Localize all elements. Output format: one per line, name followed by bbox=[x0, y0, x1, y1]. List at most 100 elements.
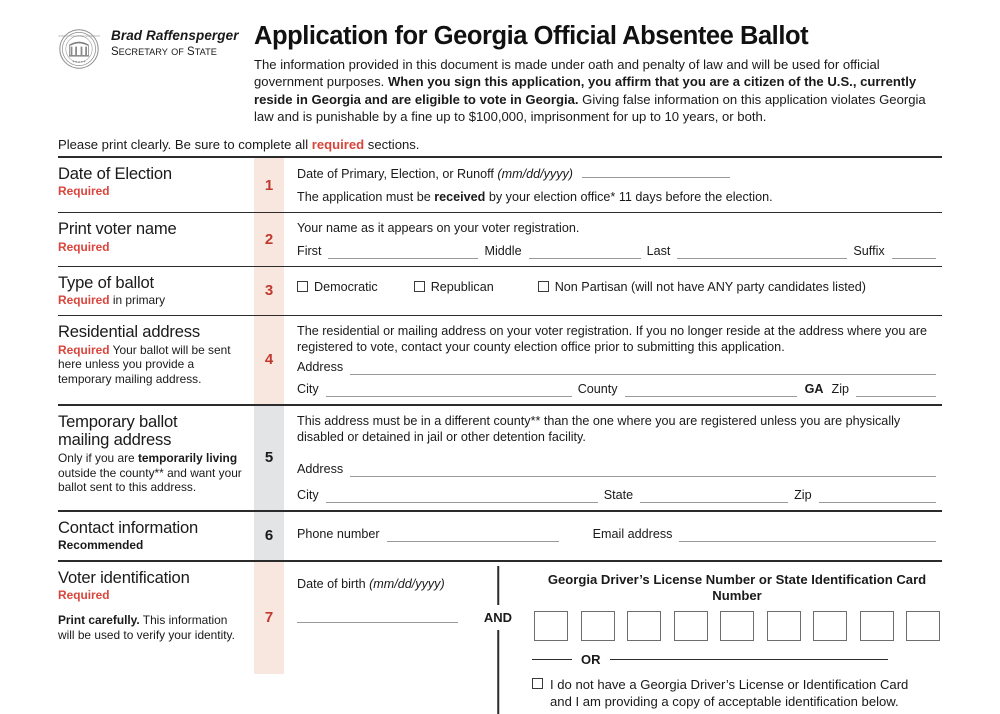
print-clearly-required-word: required bbox=[311, 136, 365, 152]
section-4-number: 4 bbox=[254, 316, 284, 404]
residential-city-input[interactable] bbox=[325, 382, 572, 397]
section-5-heading-line1: Temporary ballot bbox=[58, 411, 178, 431]
georgia-state-seal-icon: CONSTITUTION JUSTICE MODERATION bbox=[58, 28, 100, 70]
election-date-input[interactable] bbox=[581, 165, 730, 178]
dl-digit-box-2[interactable] bbox=[580, 610, 615, 641]
section-temporary-mailing-address: Temporary ballot mailing address Only if… bbox=[58, 405, 942, 510]
section-3-requirement-rest: in primary bbox=[109, 293, 166, 308]
republican-label: Republican bbox=[430, 279, 494, 294]
dl-digit-box-8[interactable] bbox=[859, 610, 894, 641]
section-6-label-column: Contact information Recommended bbox=[58, 512, 254, 560]
section-3-number: 3 bbox=[254, 266, 284, 316]
residential-address-row: Address bbox=[297, 360, 942, 375]
temporary-city-input[interactable] bbox=[325, 488, 598, 503]
deadline-text-1: The application must be bbox=[297, 190, 435, 205]
first-name-input[interactable] bbox=[328, 244, 479, 259]
title-and-intro: Application for Georgia Official Absente… bbox=[254, 22, 942, 126]
section-4-body: The residential or mailing address on yo… bbox=[284, 316, 942, 404]
section-5-heading-line2: mailing address bbox=[58, 430, 172, 450]
no-dl-line-2: and I am providing a copy of acceptable … bbox=[550, 693, 899, 709]
no-drivers-license-checkbox[interactable] bbox=[532, 677, 543, 689]
dl-digit-box-7[interactable] bbox=[813, 610, 847, 641]
dl-digit-box-9[interactable] bbox=[906, 610, 940, 641]
section-3-required-word: Required bbox=[58, 293, 110, 308]
page-title: Application for Georgia Official Absente… bbox=[254, 22, 809, 50]
temporary-zip-label: Zip bbox=[794, 487, 812, 502]
temporary-address-label: Address bbox=[297, 461, 344, 476]
section-4-required-word: Required bbox=[58, 342, 110, 357]
section-7-label-column: Voter identification Required Print care… bbox=[58, 562, 254, 674]
section-3-label-column: Type of ballot Required in primary bbox=[58, 267, 254, 315]
section-1-number: 1 bbox=[254, 157, 284, 213]
section-5-label-column: Temporary ballot mailing address Only if… bbox=[58, 406, 254, 510]
dob-input[interactable] bbox=[297, 592, 458, 624]
dl-digit-box-1[interactable] bbox=[534, 610, 568, 641]
dl-digit-box-5[interactable] bbox=[720, 610, 754, 641]
secretary-title: SECRETARY OF STATE bbox=[111, 46, 217, 58]
democratic-checkbox[interactable] bbox=[297, 281, 308, 293]
dl-digit-box-6[interactable] bbox=[766, 610, 801, 641]
section-4-heading: Residential address bbox=[58, 322, 200, 342]
temporary-state-input[interactable] bbox=[640, 488, 789, 503]
no-drivers-license-text: I do not have a Georgia Driver’s License… bbox=[550, 676, 908, 710]
middle-name-input[interactable] bbox=[528, 244, 641, 259]
section-5-body: This address must be in a different coun… bbox=[284, 406, 942, 510]
section-2-requirement: Required bbox=[58, 240, 246, 255]
email-address-input[interactable] bbox=[679, 527, 936, 542]
section-2-heading: Print voter name bbox=[58, 219, 177, 239]
date-of-birth-block: Date of birth (mm/dd/yyyy) bbox=[284, 562, 470, 674]
section-6-recommended: Recommended bbox=[58, 538, 144, 553]
voter-name-fields: First Middle Last Suffix bbox=[297, 244, 942, 259]
no-dl-line-1: I do not have a Georgia Driver’s License… bbox=[550, 676, 909, 692]
residential-city-label: City bbox=[297, 381, 319, 396]
section-2-body: Your name as it appears on your voter re… bbox=[284, 213, 942, 265]
section-voter-identification: Voter identification Required Print care… bbox=[58, 561, 942, 714]
section-5-temporarily-living: temporarily living bbox=[137, 451, 238, 466]
residential-address-input[interactable] bbox=[350, 360, 936, 375]
ballot-option-republican[interactable]: Republican bbox=[413, 279, 494, 294]
middle-name-label: Middle bbox=[484, 243, 522, 258]
secretary-name: Brad Raffensperger bbox=[111, 28, 239, 43]
residential-county-label: County bbox=[577, 381, 618, 396]
secretary-text-block: Brad Raffensperger SECRETARY OF STATE bbox=[111, 28, 239, 59]
section-3-heading: Type of ballot bbox=[58, 272, 154, 292]
residential-zip-input[interactable] bbox=[856, 382, 936, 397]
residential-county-input[interactable] bbox=[624, 382, 797, 397]
absentee-ballot-application-page: CONSTITUTION JUSTICE MODERATION Brad Raf… bbox=[0, 0, 1000, 714]
section-4-label-column: Residential address Required Your ballot… bbox=[58, 316, 254, 404]
print-clearly-text-1: Please print clearly. Be sure to complet… bbox=[58, 136, 312, 152]
republican-checkbox[interactable] bbox=[413, 281, 425, 293]
or-rule-left bbox=[532, 658, 572, 661]
non-partisan-checkbox[interactable] bbox=[537, 281, 549, 293]
section-2-instruction: Your name as it appears on your voter re… bbox=[297, 221, 580, 236]
section-1-required-word: Required bbox=[58, 184, 110, 199]
deadline-received-word: received bbox=[434, 190, 486, 205]
first-name-label: First bbox=[297, 243, 322, 258]
last-name-input[interactable] bbox=[677, 244, 848, 259]
section-residential-address: Residential address Required Your ballot… bbox=[58, 316, 942, 404]
ballot-option-non-partisan[interactable]: Non Partisan (will not have ANY party ca… bbox=[537, 280, 866, 294]
section-7-heading: Voter identification bbox=[58, 567, 190, 587]
ballot-option-democratic[interactable]: Democratic bbox=[297, 280, 378, 294]
dl-digit-box-3[interactable] bbox=[627, 610, 661, 641]
dob-label-line: Date of birth (mm/dd/yyyy) bbox=[297, 576, 458, 592]
svg-text:CONSTITUTION JUSTICE MODERATIO: CONSTITUTION JUSTICE MODERATION bbox=[58, 35, 100, 38]
temporary-zip-input[interactable] bbox=[818, 488, 936, 503]
no-drivers-license-option[interactable]: I do not have a Georgia Driver’s License… bbox=[532, 676, 942, 710]
section-1-body: Date of Primary, Election, or Runoff (mm… bbox=[284, 158, 942, 213]
and-connector: AND bbox=[470, 562, 526, 714]
suffix-input[interactable] bbox=[891, 244, 936, 259]
dob-format: (mm/dd/yyyy) bbox=[369, 576, 445, 591]
drivers-license-title: Georgia Driver’s License Number or State… bbox=[547, 571, 927, 603]
temporary-city-label: City bbox=[297, 487, 319, 502]
drivers-license-boxes bbox=[532, 610, 942, 641]
temporary-address-input[interactable] bbox=[350, 462, 936, 477]
phone-number-input[interactable] bbox=[386, 527, 559, 542]
section-5-condition-2: outside the county** and want your ballo… bbox=[58, 465, 242, 495]
section-4-instruction: The residential or mailing address on yo… bbox=[297, 324, 928, 355]
temporary-state-label: State bbox=[603, 487, 634, 502]
section-1-requirement: Required bbox=[58, 184, 246, 199]
contact-fields-row: Phone number Email address bbox=[297, 527, 942, 542]
section-7-print-carefully-note: Print carefully. This information will b… bbox=[58, 613, 246, 642]
dl-digit-box-4[interactable] bbox=[673, 610, 708, 641]
